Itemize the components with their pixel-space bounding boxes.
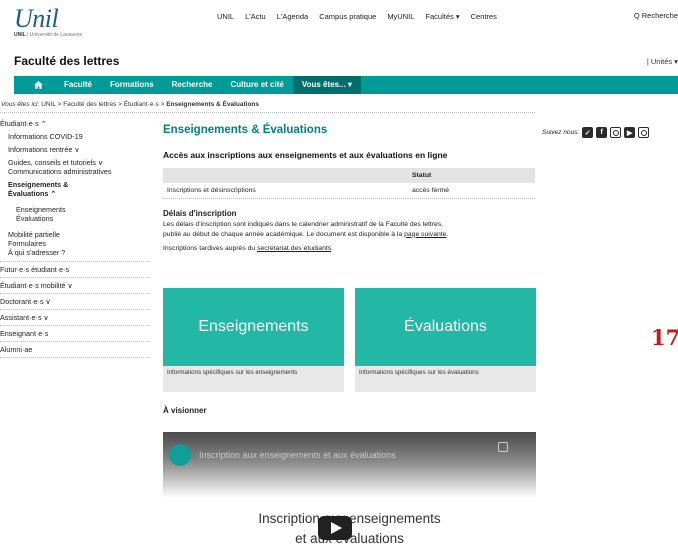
sidebar-item-enseignants[interactable]: Enseignant·e·s bbox=[0, 326, 150, 341]
nav-vous-etes[interactable]: Vous êtes... ▾ bbox=[292, 76, 361, 94]
breadcrumb-current: Enseignements & Évaluations bbox=[166, 101, 260, 108]
table-header-statut: Statut bbox=[408, 168, 535, 183]
card-enseignements-desc: Informations spécifiques sur les enseign… bbox=[163, 366, 344, 392]
secretariat-link[interactable]: secrétariat des étudiants bbox=[257, 245, 331, 252]
tardives-paragraph: Inscriptions tardives auprès du secrétar… bbox=[163, 245, 334, 252]
topnav-unil[interactable]: UNIL bbox=[217, 12, 234, 21]
card-enseignements[interactable]: Enseignements Informations spécifiques s… bbox=[163, 288, 344, 392]
channel-avatar[interactable] bbox=[169, 444, 191, 466]
sidebar-item-evaluations[interactable]: Évaluations bbox=[0, 214, 150, 225]
sidebar-item-rentree[interactable]: Informations rentrée ∨ bbox=[0, 143, 150, 156]
table-header-row: Statut bbox=[163, 168, 535, 183]
topnav-campus[interactable]: Campus pratique bbox=[319, 12, 376, 21]
sidebar-divider bbox=[0, 357, 150, 358]
topnav-myunil[interactable]: MyUNIL bbox=[387, 12, 414, 21]
table-header-cell bbox=[163, 168, 408, 183]
unil-logo[interactable]: Unil UNIL | Université de Lausanne bbox=[14, 4, 82, 38]
follow-us: Suivez nous: ✓ f ▶ bbox=[542, 127, 650, 138]
video-player[interactable]: Inscription aux enseignements et aux éva… bbox=[163, 432, 536, 552]
sidebar-item-assistants[interactable]: Assistant·e·s ∨ bbox=[0, 310, 150, 325]
sidebar-item-alumni[interactable]: Alumni·ae bbox=[0, 342, 150, 357]
youtube-icon[interactable]: ▶ bbox=[624, 127, 636, 138]
main-content: Enseignements & Évaluations Accès aux in… bbox=[163, 124, 536, 552]
status-table: Statut Inscriptions et désinscriptions a… bbox=[163, 168, 535, 199]
topnav-agenda[interactable]: L'Agenda bbox=[277, 12, 308, 21]
sidebar-item-mobilite[interactable]: Étudiant·e·s mobilité ∨ bbox=[0, 278, 150, 293]
table-cell-status: accès fermé bbox=[408, 183, 535, 199]
sidebar-item-etudiants[interactable]: Étudiant·e·s ⌃ bbox=[0, 117, 150, 130]
breadcrumb-prefix: Vous êtes ici: bbox=[1, 101, 40, 108]
sidebar-item-futurs[interactable]: Futur·e·s étudiant·e·s bbox=[0, 262, 150, 277]
sidebar-item-covid[interactable]: Informations COVID-19 bbox=[0, 130, 150, 143]
facebook-icon[interactable]: f bbox=[596, 127, 608, 138]
sidebar-item-mobilite-partielle[interactable]: Mobilité partielle bbox=[0, 228, 150, 239]
logo-tagline: UNIL | Université de Lausanne bbox=[14, 32, 83, 38]
other-social-icon[interactable] bbox=[638, 127, 650, 138]
sidebar: Étudiant·e·s ⌃ Informations COVID-19 Inf… bbox=[0, 117, 150, 358]
topnav-actu[interactable]: L'Actu bbox=[245, 12, 266, 21]
card-enseignements-label: Enseignements bbox=[163, 288, 344, 366]
breadcrumb-path[interactable]: UNIL > Faculté des lettres > Étudiant·e·… bbox=[41, 101, 164, 108]
home-icon bbox=[34, 80, 43, 89]
nav-faculte[interactable]: Faculté bbox=[55, 76, 101, 94]
sidebar-item-contact[interactable]: À qui s'adresser ? bbox=[0, 248, 150, 261]
units-dropdown[interactable]: | Unités ▾ bbox=[647, 57, 678, 66]
logo-wordmark: Unil bbox=[14, 4, 59, 33]
faculty-title[interactable]: Faculté des lettres bbox=[14, 54, 119, 68]
overlay-number: 17 bbox=[651, 325, 678, 350]
nav-recherche[interactable]: Recherche bbox=[163, 76, 222, 94]
breadcrumb-divider bbox=[0, 112, 535, 113]
page-title: Enseignements & Évaluations bbox=[163, 124, 328, 136]
copy-link-icon[interactable] bbox=[498, 442, 508, 452]
delais-title: Délais d'inscription bbox=[163, 209, 237, 218]
topnav-facultes[interactable]: Facultés ▾ bbox=[425, 12, 459, 21]
card-evaluations-label: Évaluations bbox=[355, 288, 536, 366]
search-link[interactable]: Q Recherche bbox=[634, 11, 678, 20]
main-navigation: Faculté Formations Recherche Culture et … bbox=[14, 76, 678, 94]
topnav-centres[interactable]: Centres bbox=[471, 12, 497, 21]
sidebar-item-formulaires[interactable]: Formulaires bbox=[0, 239, 150, 248]
nav-culture[interactable]: Culture et cité bbox=[222, 76, 293, 94]
sidebar-item-communications[interactable]: Communications administratives bbox=[0, 167, 150, 178]
play-icon[interactable] bbox=[318, 516, 352, 540]
twitter-icon[interactable]: ✓ bbox=[582, 127, 594, 138]
sidebar-item-enseignements[interactable]: Enseignements bbox=[0, 203, 150, 214]
sidebar-item-enseignements-evaluations[interactable]: Enseignements & Évaluations ⌃ bbox=[0, 178, 110, 200]
page-suivante-link[interactable]: page suivante bbox=[404, 231, 446, 238]
video-title-bar: Inscription aux enseignements et aux éva… bbox=[169, 444, 396, 466]
card-evaluations[interactable]: Évaluations Informations spécifiques sur… bbox=[355, 288, 536, 392]
watch-title: À visionner bbox=[163, 406, 207, 415]
cards: Enseignements Informations spécifiques s… bbox=[163, 288, 536, 392]
table-cell-inscriptions: Inscriptions et désinscriptions bbox=[163, 183, 408, 199]
breadcrumb: Vous êtes ici: UNIL > Faculté des lettre… bbox=[1, 101, 259, 108]
video-title[interactable]: Inscription aux enseignements et aux éva… bbox=[199, 450, 396, 460]
delais-paragraph: Les délais d'inscription sont indiqués d… bbox=[163, 221, 449, 238]
top-navigation: UNIL L'Actu L'Agenda Campus pratique MyU… bbox=[217, 12, 497, 21]
card-evaluations-desc: Informations spécifiques sur les évaluat… bbox=[355, 366, 536, 392]
sidebar-item-doctorants[interactable]: Doctorant·e·s ∨ bbox=[0, 294, 150, 309]
section-title: Accès aux inscriptions aux enseignements… bbox=[163, 150, 448, 160]
sidebar-item-guides[interactable]: Guides, conseils et tutoriels ∨ bbox=[0, 156, 150, 167]
nav-formations[interactable]: Formations bbox=[101, 76, 163, 94]
instagram-icon[interactable] bbox=[610, 127, 622, 138]
home-button[interactable] bbox=[14, 76, 55, 94]
follow-label: Suivez nous: bbox=[542, 129, 580, 136]
table-row: Inscriptions et désinscriptions accès fe… bbox=[163, 183, 535, 199]
